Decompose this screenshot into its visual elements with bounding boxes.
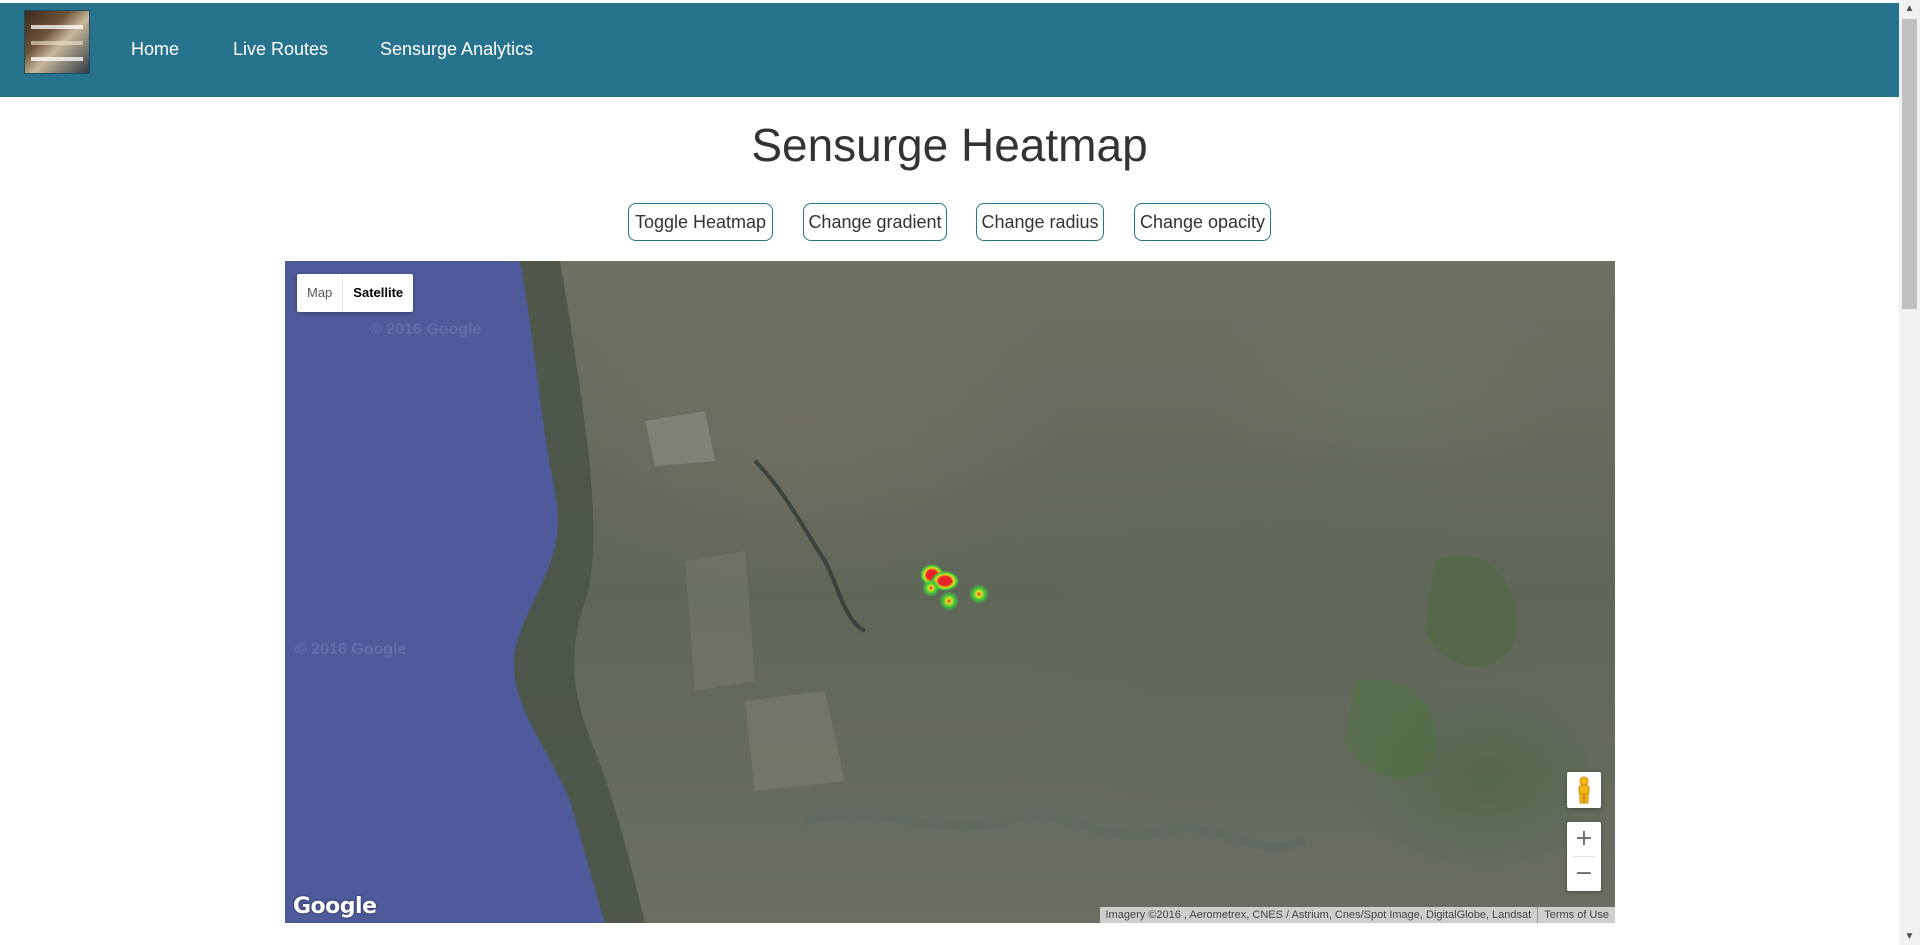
heat-point (969, 584, 989, 604)
google-logo: Google (293, 894, 377, 919)
heat-point (922, 579, 940, 597)
map-type-satellite-button[interactable]: Satellite (343, 274, 413, 312)
pegman-icon (1578, 776, 1590, 804)
zoom-out-button[interactable]: − (1567, 857, 1601, 891)
change-radius-button[interactable]: Change radius (976, 203, 1104, 241)
zoom-control: + − (1567, 822, 1601, 891)
change-gradient-button[interactable]: Change gradient (803, 203, 947, 241)
map-watermark: © 2016 Google (370, 321, 482, 338)
map-attribution: Imagery ©2016 , Aerometrex, CNES / Astri… (1099, 907, 1615, 923)
nav-live-routes-link[interactable]: Live Routes (233, 3, 328, 97)
terms-of-use-link[interactable]: Terms of Use (1537, 907, 1615, 923)
street-view-pegman-button[interactable] (1567, 772, 1601, 808)
map-type-map-button[interactable]: Map (297, 274, 344, 312)
scroll-down-icon[interactable]: ▼ (1899, 928, 1920, 945)
page-title: Sensurge Heatmap (751, 119, 1148, 171)
nav-home-link[interactable]: Home (131, 3, 179, 97)
logo-detail (31, 25, 83, 29)
map-watermark: © 2016 Google (295, 641, 407, 658)
logo-detail (31, 41, 83, 45)
satellite-map[interactable]: © 2016 Google © 2016 Google Map Satellit… (285, 261, 1615, 923)
top-navbar: Home Live Routes Sensurge Analytics (0, 3, 1899, 97)
heat-point (939, 591, 959, 611)
site-logo[interactable] (24, 10, 90, 74)
change-opacity-button[interactable]: Change opacity (1134, 203, 1271, 241)
scroll-thumb[interactable] (1902, 19, 1917, 309)
toggle-heatmap-button[interactable]: Toggle Heatmap (628, 203, 773, 241)
page-scrollbar[interactable]: ▲ ▼ (1899, 0, 1920, 945)
imagery-credit: Imagery ©2016 , Aerometrex, CNES / Astri… (1105, 909, 1532, 921)
zoom-in-button[interactable]: + (1567, 822, 1601, 856)
scroll-up-icon[interactable]: ▲ (1899, 0, 1920, 17)
map-type-control: Map Satellite (297, 274, 414, 312)
heatmap-overlay (920, 564, 989, 611)
nav-sensurge-analytics-link[interactable]: Sensurge Analytics (380, 3, 533, 97)
logo-detail (31, 57, 83, 61)
